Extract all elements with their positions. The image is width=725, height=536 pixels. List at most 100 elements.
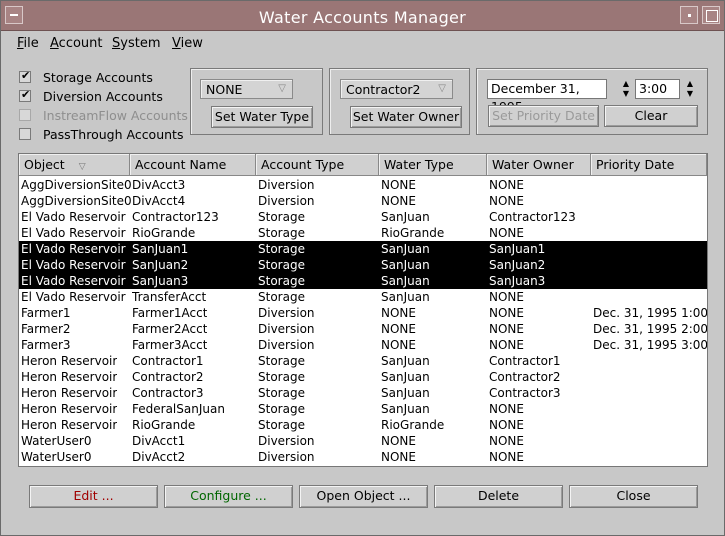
cell-object: WaterUser0 xyxy=(21,434,92,448)
date-spinner[interactable]: ▲ ▼ xyxy=(619,79,633,99)
menu-system-label: ystem xyxy=(120,36,161,51)
cell-water-type: SanJuan xyxy=(381,242,430,256)
table-row[interactable]: Heron Reservoir Contractor2 Storage SanJuan… xyxy=(19,369,707,385)
menu-view[interactable]: View xyxy=(172,36,203,51)
cell-water-owner: SanJuan3 xyxy=(489,274,546,288)
table-row[interactable]: Heron Reservoir Contractor3 Storage SanJuan… xyxy=(19,385,707,401)
cell-water-type: SanJuan xyxy=(381,258,430,272)
cell-object: El Vado Reservoir xyxy=(21,258,126,272)
column-header-account-type[interactable]: Account Type xyxy=(256,154,379,175)
cell-object: Heron Reservoir xyxy=(21,418,118,432)
menu-view-accel: V xyxy=(172,36,181,51)
table-row[interactable]: WaterUser0 DivAcct2 Diversion NONE NONE xyxy=(19,449,707,465)
column-header-object[interactable]: Object ▽ xyxy=(19,154,130,175)
spin-down-icon[interactable]: ▼ xyxy=(619,89,633,99)
cell-water-type: NONE xyxy=(381,194,416,208)
water-owner-select[interactable]: Contractor2 ▽ xyxy=(340,79,453,99)
table-row[interactable]: El Vado Reservoir SanJuan2 Storage SanJuan S… xyxy=(19,257,707,273)
diversion-checkbox[interactable] xyxy=(19,88,31,102)
cell-water-owner: NONE xyxy=(489,178,524,192)
table-row[interactable]: Heron Reservoir RioGrande Storage RioGrande… xyxy=(19,417,707,433)
cell-account-type: Storage xyxy=(258,418,305,432)
cell-water-owner: NONE xyxy=(489,322,524,336)
set-water-type-button[interactable]: Set Water Type xyxy=(211,106,313,128)
clear-button[interactable]: Clear xyxy=(604,105,698,127)
cell-account-name: Contractor1 xyxy=(132,354,204,368)
passthrough-checkbox[interactable] xyxy=(19,128,31,140)
cell-water-owner: NONE xyxy=(489,434,524,448)
cell-account-type: Storage xyxy=(258,226,305,240)
table-row[interactable]: El Vado Reservoir SanJuan3 Storage SanJuan S… xyxy=(19,273,707,289)
column-header-account-name[interactable]: Account Name xyxy=(130,154,256,175)
spin-down-icon[interactable]: ▼ xyxy=(683,89,697,99)
cell-account-type: Storage xyxy=(258,274,305,288)
water-owner-value: Contractor2 xyxy=(346,82,421,97)
table-row[interactable]: Heron Reservoir FederalSanJuan Storage SanJ… xyxy=(19,401,707,417)
instreamflow-checkbox xyxy=(19,109,31,121)
cell-object: AggDiversionSite0 xyxy=(21,194,132,208)
cell-water-type: SanJuan xyxy=(381,386,430,400)
cell-water-type: RioGrande xyxy=(381,226,445,240)
priority-time-field[interactable]: 3:00 xyxy=(635,79,680,99)
cell-account-name: DivAcct3 xyxy=(132,178,186,192)
cell-water-owner: Contractor2 xyxy=(489,370,561,384)
cell-account-type: Diversion xyxy=(258,338,315,352)
column-header-water-type[interactable]: Water Type xyxy=(379,154,487,175)
table-row[interactable]: Farmer3 Farmer3Acct Diversion NONE NONE Dec. … xyxy=(19,337,707,353)
cell-account-type: Storage xyxy=(258,242,305,256)
spin-up-icon[interactable]: ▲ xyxy=(619,79,633,89)
cell-account-type: Storage xyxy=(258,354,305,368)
cell-object: El Vado Reservoir xyxy=(21,226,126,240)
delete-button[interactable]: Delete xyxy=(434,485,563,508)
water-type-select[interactable]: NONE ▽ xyxy=(200,79,293,99)
table-row[interactable]: Farmer2 Farmer2Acct Diversion NONE NONE Dec. … xyxy=(19,321,707,337)
cell-account-name: DivAcct4 xyxy=(132,194,186,208)
spin-up-icon[interactable]: ▲ xyxy=(683,79,697,89)
cell-object: AggDiversionSite0 xyxy=(21,178,132,192)
cell-water-type: NONE xyxy=(381,434,416,448)
menu-system[interactable]: System xyxy=(112,36,161,51)
table-row[interactable]: Farmer1 Farmer1Acct Diversion NONE NONE Dec. … xyxy=(19,305,707,321)
cell-account-name: SanJuan3 xyxy=(132,274,189,288)
time-spinner[interactable]: ▲ ▼ xyxy=(683,79,697,99)
cell-water-owner: NONE xyxy=(489,450,524,464)
table-row[interactable]: El Vado Reservoir RioGrande Storage RioGran… xyxy=(19,225,707,241)
accounts-table[interactable]: Object ▽ Account Name Account Type Water … xyxy=(18,153,708,467)
minimize-icon[interactable] xyxy=(680,6,698,24)
instreamflow-label: InstreamFlow Accounts xyxy=(43,108,188,123)
menu-account[interactable]: Account xyxy=(50,36,103,51)
table-row[interactable]: Heron Reservoir Contractor1 Storage SanJuan… xyxy=(19,353,707,369)
passthrough-label: PassThrough Accounts xyxy=(43,127,184,142)
column-header-priority-date[interactable]: Priority Date xyxy=(591,154,707,175)
table-row[interactable]: WaterUser0 DivAcct1 Diversion NONE NONE xyxy=(19,433,707,449)
table-row[interactable]: El Vado Reservoir TransferAcct Storage SanJ… xyxy=(19,289,707,305)
column-header-water-owner[interactable]: Water Owner xyxy=(487,154,591,175)
set-water-owner-button[interactable]: Set Water Owner xyxy=(350,106,462,128)
cell-water-owner: NONE xyxy=(489,226,524,240)
title-bar[interactable]: Water Accounts Manager xyxy=(1,1,724,31)
dropdown-arrow-icon: ▽ xyxy=(438,83,446,94)
cell-account-type: Diversion xyxy=(258,322,315,336)
cell-water-type: RioGrande xyxy=(381,418,445,432)
close-button[interactable]: Close xyxy=(569,485,698,508)
cell-water-owner: Contractor1 xyxy=(489,354,561,368)
table-row[interactable]: El Vado Reservoir SanJuan1 Storage SanJuan S… xyxy=(19,241,707,257)
menu-file[interactable]: File xyxy=(17,36,39,51)
cell-priority-date: Dec. 31, 1995 1:00 xyxy=(593,306,708,320)
table-row[interactable]: AggDiversionSite0 DivAcct3 Diversion NONE NO… xyxy=(19,177,707,193)
diversion-label: Diversion Accounts xyxy=(43,89,163,104)
priority-date-field[interactable]: December 31, 1995 xyxy=(487,79,607,114)
storage-checkbox[interactable] xyxy=(19,69,31,83)
main-window: Water Accounts Manager File Account Syst… xyxy=(0,0,725,536)
cell-account-name: Farmer1Acct xyxy=(132,306,208,320)
edit-button[interactable]: Edit ... xyxy=(29,485,158,508)
maximize-icon[interactable] xyxy=(702,6,720,24)
table-row[interactable]: AggDiversionSite0 DivAcct4 Diversion NONE NO… xyxy=(19,193,707,209)
open-object-button[interactable]: Open Object ... xyxy=(299,485,428,508)
cell-account-name: DivAcct2 xyxy=(132,450,186,464)
configure-button[interactable]: Configure ... xyxy=(164,485,293,508)
table-row[interactable]: El Vado Reservoir Contractor123 Storage San… xyxy=(19,209,707,225)
cell-object: Farmer3 xyxy=(21,338,71,352)
set-priority-date-button: Set Priority Date xyxy=(488,105,599,127)
cell-account-name: Contractor123 xyxy=(132,210,219,224)
